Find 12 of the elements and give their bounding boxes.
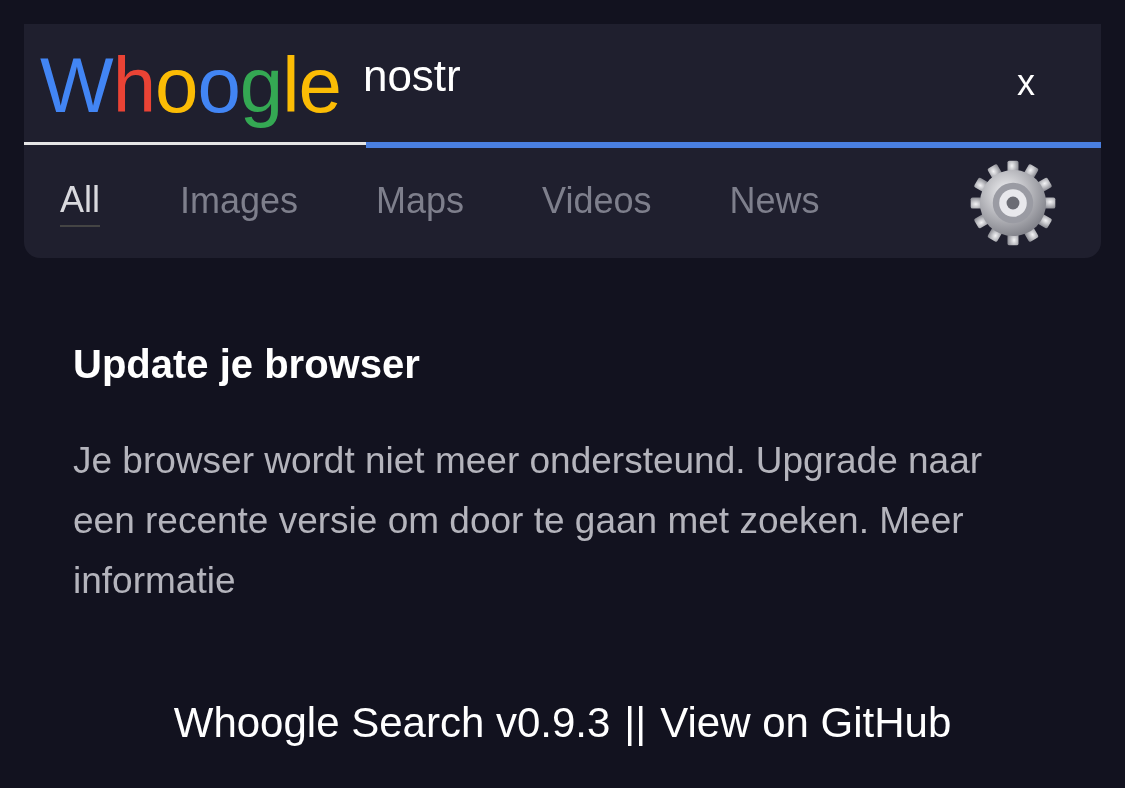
clear-button[interactable]: x [1013, 62, 1039, 104]
github-link[interactable]: View on GitHub [660, 699, 952, 747]
search-tab[interactable]: News [729, 180, 820, 226]
search-tab[interactable]: Maps [376, 180, 465, 226]
notice-title: Update je browser [73, 342, 421, 387]
search-field[interactable]: nostr [362, 51, 923, 101]
version-link[interactable]: Whoogle Search v0.9.3 [173, 699, 611, 747]
search-tab[interactable]: All [60, 179, 100, 227]
separator-text: || [624, 699, 647, 747]
search-tab[interactable]: Images [180, 180, 299, 226]
notice-text: Je browser wordt niet meer ondersteund. Upgrade naar een recente versie om door te gaan met zoeken. Meer informatie [73, 439, 984, 603]
search-tab[interactable]: Videos [542, 180, 652, 226]
